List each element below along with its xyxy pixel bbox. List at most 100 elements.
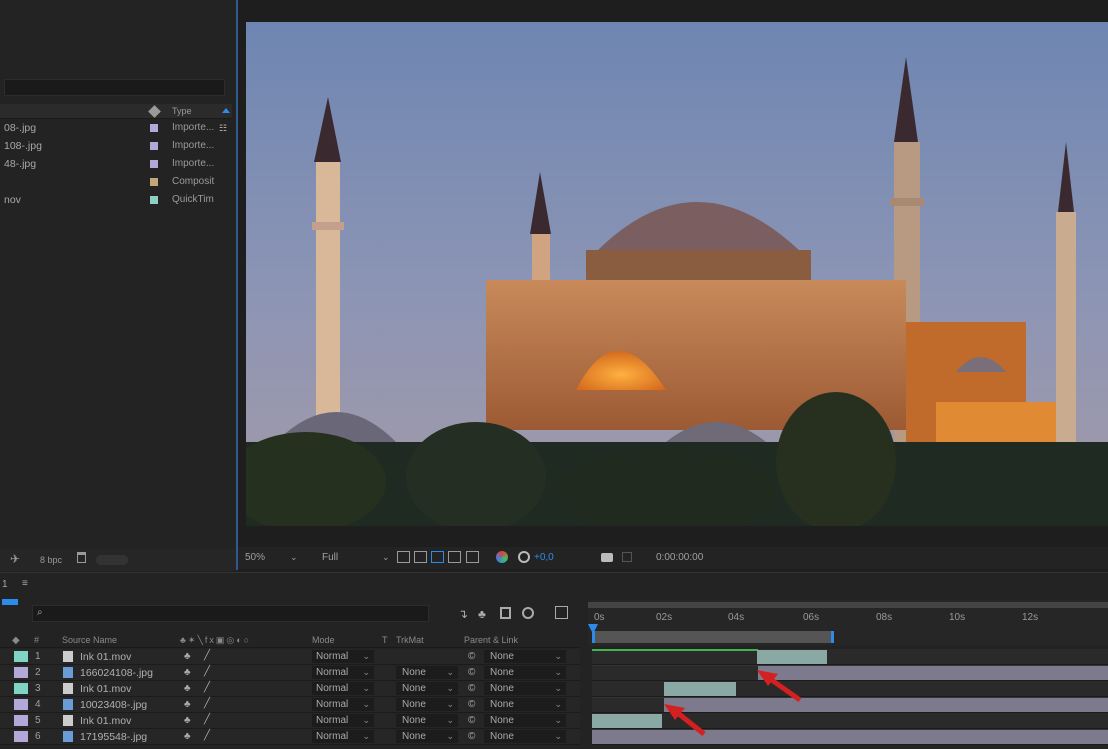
label-swatch[interactable]	[150, 196, 158, 204]
blend-mode-select[interactable]: Normal ⌄	[312, 698, 374, 711]
zoom-select[interactable]: 50%	[245, 552, 265, 563]
label-swatch[interactable]	[150, 142, 158, 150]
parent-select[interactable]: None ⌄	[484, 698, 566, 711]
layer-row[interactable]: 4 10023408-.jpg ♣ ╱ Normal ⌄ None ⌄ © None…	[0, 697, 580, 713]
current-timecode[interactable]: 0:00:00:00	[656, 552, 703, 563]
composition-image[interactable]	[246, 22, 1108, 526]
blend-mode-select[interactable]: Normal ⌄	[312, 714, 374, 727]
shy-switch-icon[interactable]: ♣	[184, 715, 191, 726]
layer-row[interactable]: 3 Ink 01.mov ♣ ╱ Normal ⌄ None ⌄ © None ⌄	[0, 681, 580, 697]
project-col-type[interactable]: Type	[172, 106, 192, 116]
scrollbar[interactable]	[96, 555, 128, 565]
trkmat-select[interactable]: None ⌄	[396, 698, 458, 711]
draft-3d-icon[interactable]: ♣	[478, 607, 486, 621]
resolution-chevron-icon[interactable]: ⌄	[382, 552, 390, 563]
label-swatch[interactable]	[150, 178, 158, 186]
parent-select[interactable]: None ⌄	[484, 682, 566, 695]
layer-row[interactable]: 2 166024108-.jpg ♣ ╱ Normal ⌄ None ⌄ © Non…	[0, 665, 580, 681]
blend-mode-select[interactable]: Normal ⌄	[312, 682, 374, 695]
quality-switch-icon[interactable]: ╱	[204, 650, 210, 661]
work-area-range[interactable]	[592, 631, 834, 643]
project-item[interactable]: nov QuickTim	[0, 192, 232, 209]
project-item[interactable]: 108-.jpg Importe...	[0, 138, 232, 155]
image-icon	[63, 667, 73, 678]
project-item[interactable]: 08-.jpg Importe... ☷	[0, 120, 232, 137]
graph-editor-icon[interactable]	[555, 606, 568, 619]
t-header[interactable]: T	[382, 635, 388, 645]
parent-select[interactable]: None ⌄	[484, 650, 566, 663]
source-name-header[interactable]: Source Name	[62, 635, 117, 645]
trkmat-select[interactable]: None ⌄	[396, 730, 458, 743]
shy-switch-icon[interactable]: ♣	[184, 699, 191, 710]
parent-select[interactable]: None ⌄	[484, 714, 566, 727]
tab-menu-icon[interactable]: ≡	[22, 578, 28, 589]
show-snapshot-icon[interactable]	[622, 552, 632, 562]
layer-label-color[interactable]	[14, 699, 28, 710]
parent-pickwhip-icon[interactable]: ©	[468, 699, 475, 710]
time-ruler[interactable]: 0s 02s 04s 06s 08s 10s 12s	[588, 600, 1108, 646]
label-swatch[interactable]	[150, 124, 158, 132]
region-of-interest-icon[interactable]	[448, 551, 461, 563]
layer-label-color[interactable]	[14, 715, 28, 726]
parent-header[interactable]: Parent & Link	[464, 635, 518, 645]
shy-switch-icon[interactable]: ♣	[184, 731, 191, 742]
timeline-search-input[interactable]: ⌕	[32, 605, 429, 622]
parent-select[interactable]: None ⌄	[484, 666, 566, 679]
exposure-reset-icon[interactable]	[518, 551, 530, 563]
parent-pickwhip-icon[interactable]: ©	[468, 715, 475, 726]
trkmat-select[interactable]: None ⌄	[396, 666, 458, 679]
mask-visibility-icon[interactable]	[431, 551, 444, 563]
shy-switch-icon[interactable]: ♣	[184, 683, 191, 694]
image-icon	[63, 699, 73, 710]
parent-pickwhip-icon[interactable]: ©	[468, 731, 475, 742]
layer-label-color[interactable]	[14, 651, 28, 662]
quality-switch-icon[interactable]: ╱	[204, 730, 210, 741]
project-item[interactable]: 48-.jpg Importe...	[0, 156, 232, 173]
layer-label-color[interactable]	[14, 667, 28, 678]
switches-header-icon: ♣✶╲fx▣◎◐○	[180, 635, 252, 645]
transparency-grid-icon[interactable]	[414, 551, 427, 563]
bpc-button[interactable]: 8 bpc	[40, 555, 62, 565]
resolution-select[interactable]: Full	[322, 552, 338, 563]
parent-select[interactable]: None ⌄	[484, 730, 566, 743]
work-area-bar[interactable]	[588, 602, 1108, 608]
zoom-chevron-icon[interactable]: ⌄	[290, 552, 298, 563]
mode-header[interactable]: Mode	[312, 635, 335, 645]
layer-row[interactable]: 6 17195548-.jpg ♣ ╱ Normal ⌄ None ⌄ © None…	[0, 729, 580, 745]
trkmat-select[interactable]: None ⌄	[396, 682, 458, 695]
quality-switch-icon[interactable]: ╱	[204, 714, 210, 725]
guides-icon[interactable]	[466, 551, 479, 563]
blend-mode-select[interactable]: Normal ⌄	[312, 650, 374, 663]
parent-pickwhip-icon[interactable]: ©	[468, 683, 475, 694]
comp-mini-flowchart-icon[interactable]: ↴	[458, 607, 468, 621]
trkmat-select[interactable]: None ⌄	[396, 714, 458, 727]
ruler-tick-label: 12s	[1022, 612, 1039, 623]
shy-switch-icon[interactable]: ♣	[184, 667, 191, 678]
quality-switch-icon[interactable]: ╱	[204, 698, 210, 709]
layer-label-color[interactable]	[14, 683, 28, 694]
parent-pickwhip-icon[interactable]: ©	[468, 651, 475, 662]
quality-switch-icon[interactable]: ╱	[204, 666, 210, 677]
comp-tab[interactable]: 1	[2, 579, 8, 590]
flowchart-icon[interactable]: ✈	[10, 552, 20, 566]
blend-mode-select[interactable]: Normal ⌄	[312, 666, 374, 679]
camera-snapshot-icon[interactable]	[601, 553, 613, 562]
motion-blur-icon[interactable]	[522, 607, 534, 619]
fast-preview-icon[interactable]	[397, 551, 410, 563]
timecode-display[interactable]	[2, 599, 18, 605]
layer-row[interactable]: 5 Ink 01.mov ♣ ╱ Normal ⌄ None ⌄ © None ⌄	[0, 713, 580, 729]
exposure-value[interactable]: +0,0	[534, 552, 554, 563]
project-item[interactable]: Composit	[0, 174, 232, 191]
shy-switch-icon[interactable]: ♣	[184, 651, 191, 662]
layer-row[interactable]: 1 Ink 01.mov ♣ ╱ Normal ⌄ © None ⌄	[0, 649, 580, 665]
project-search-input[interactable]	[4, 79, 225, 96]
blend-mode-select[interactable]: Normal ⌄	[312, 730, 374, 743]
color-channels-icon[interactable]	[496, 551, 508, 563]
trkmat-header[interactable]: TrkMat	[396, 635, 424, 645]
trash-icon[interactable]	[77, 552, 86, 563]
label-swatch[interactable]	[150, 160, 158, 168]
parent-pickwhip-icon[interactable]: ©	[468, 667, 475, 678]
layer-label-color[interactable]	[14, 731, 28, 742]
quality-switch-icon[interactable]: ╱	[204, 682, 210, 693]
frame-blending-icon[interactable]	[500, 607, 511, 619]
